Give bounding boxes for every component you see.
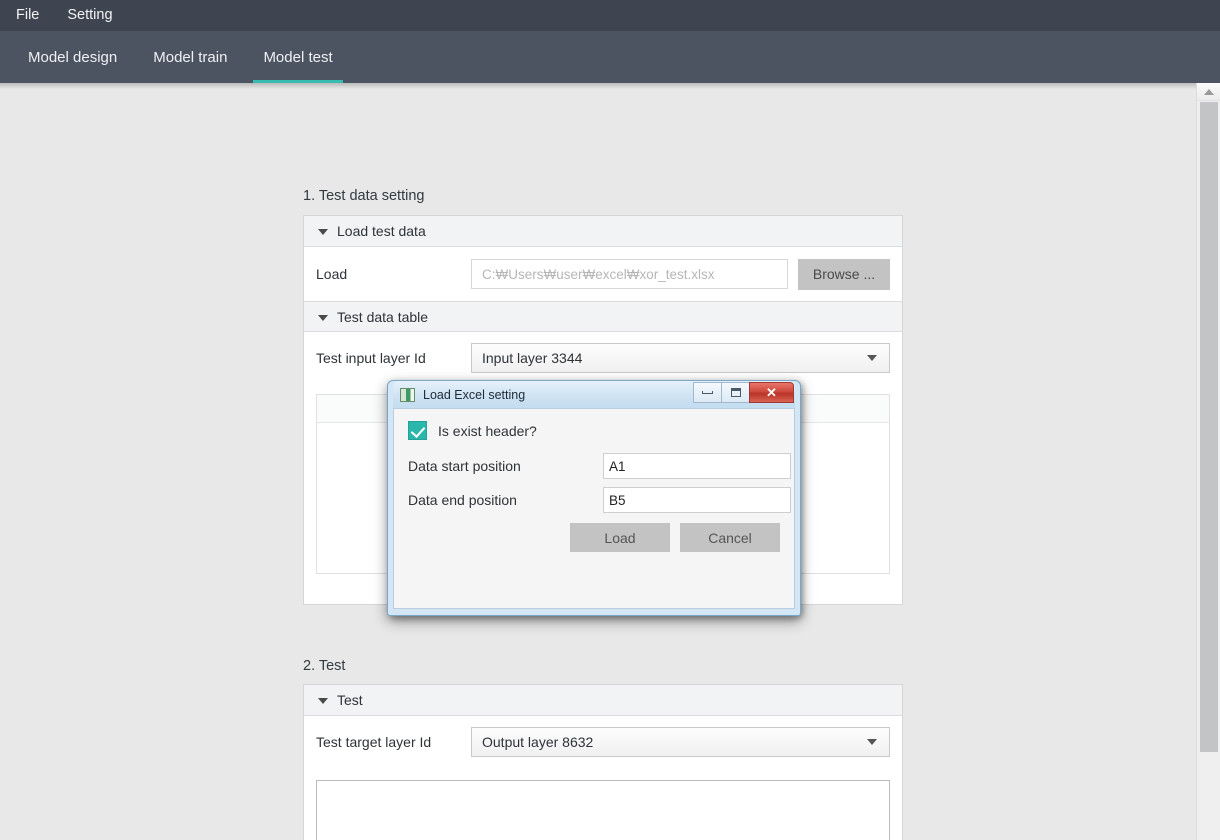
label-data-end-position: Data end position bbox=[408, 492, 517, 508]
tab-model-test-label: Model test bbox=[263, 48, 333, 66]
group-header-load-test-data[interactable]: Load test data bbox=[304, 216, 902, 247]
group-header-load-test-data-label: Load test data bbox=[337, 223, 426, 239]
dialog-load-button[interactable]: Load bbox=[570, 523, 670, 552]
tab-model-train[interactable]: Model train bbox=[135, 31, 245, 83]
test-output-textarea[interactable] bbox=[316, 780, 890, 840]
row-load-file: Load Browse ... bbox=[304, 247, 902, 301]
test-target-layer-id-dropdown[interactable]: Output layer 8632 bbox=[471, 727, 890, 757]
row-data-end-position: Data end position bbox=[408, 487, 791, 513]
load-file-path-input[interactable] bbox=[471, 259, 788, 289]
tab-model-design[interactable]: Model design bbox=[10, 31, 135, 83]
row-test-input-layer: Test input layer Id Input layer 3344 bbox=[304, 332, 902, 384]
chevron-down-icon bbox=[318, 314, 328, 321]
vertical-scrollbar[interactable] bbox=[1196, 83, 1220, 840]
label-data-start-position: Data start position bbox=[408, 458, 521, 474]
close-icon: ✕ bbox=[766, 384, 777, 400]
window-controls: ✕ bbox=[693, 382, 794, 403]
content-area: 1. Test data setting Load test data Load… bbox=[0, 83, 1220, 840]
section-title-test-data-setting: 1. Test data setting bbox=[303, 188, 425, 204]
browse-button[interactable]: Browse ... bbox=[798, 258, 890, 290]
dialog-body: Is exist header? Data start position Dat… bbox=[393, 408, 795, 609]
menu-item-setting[interactable]: Setting bbox=[67, 0, 126, 31]
maximize-button[interactable] bbox=[721, 382, 749, 403]
group-header-test-data-table[interactable]: Test data table bbox=[304, 301, 902, 332]
row-data-start-position: Data start position bbox=[408, 453, 791, 479]
group-header-test-data-table-label: Test data table bbox=[337, 308, 429, 325]
is-exist-header-label: Is exist header? bbox=[438, 422, 537, 439]
excel-icon bbox=[400, 387, 415, 402]
label-test-target-layer-id: Test target layer Id bbox=[316, 734, 432, 750]
chevron-down-icon bbox=[867, 355, 877, 361]
chevron-down-icon bbox=[867, 739, 877, 745]
load-excel-setting-dialog: Load Excel setting ✕ Is exist header? Da bbox=[387, 380, 801, 616]
is-exist-header-checkbox[interactable] bbox=[408, 421, 427, 440]
test-target-layer-id-value: Output layer 8632 bbox=[482, 734, 594, 750]
minimize-icon bbox=[702, 391, 713, 394]
tab-model-train-label: Model train bbox=[153, 48, 228, 66]
data-start-position-input[interactable] bbox=[603, 453, 791, 479]
dialog-title-bar[interactable]: Load Excel setting ✕ bbox=[393, 381, 795, 408]
tab-bar: Model design Model train Model test bbox=[0, 31, 1220, 83]
menu-bar: File Setting bbox=[0, 0, 1220, 31]
test-input-layer-id-value: Input layer 3344 bbox=[482, 350, 583, 366]
label-load: Load bbox=[316, 266, 348, 282]
scroll-up-button[interactable] bbox=[1197, 83, 1220, 101]
section-title-test: 2. Test bbox=[303, 658, 346, 674]
close-button[interactable]: ✕ bbox=[749, 382, 794, 403]
panel-test: Test Test target layer Id Output layer 8… bbox=[303, 684, 903, 840]
group-header-test[interactable]: Test bbox=[304, 685, 902, 716]
restore-icon bbox=[730, 388, 741, 397]
chevron-down-icon bbox=[318, 698, 328, 704]
data-end-position-input[interactable] bbox=[603, 487, 791, 513]
row-is-exist-header: Is exist header? bbox=[408, 421, 780, 440]
chevron-up-icon bbox=[1203, 88, 1214, 95]
dialog-title: Load Excel setting bbox=[423, 387, 526, 402]
chevron-down-icon bbox=[318, 229, 328, 235]
group-header-test-label: Test bbox=[337, 692, 363, 708]
label-test-input-layer-id: Test input layer Id bbox=[316, 350, 426, 366]
dialog-cancel-button[interactable]: Cancel bbox=[680, 523, 780, 552]
tab-model-design-label: Model design bbox=[28, 48, 118, 66]
minimize-button[interactable] bbox=[693, 382, 721, 403]
menu-item-file[interactable]: File bbox=[16, 0, 53, 31]
row-test-target-layer: Test target layer Id Output layer 8632 bbox=[304, 716, 902, 768]
scrollbar-thumb[interactable] bbox=[1200, 102, 1218, 752]
dialog-button-row: Load Cancel bbox=[408, 523, 780, 552]
test-input-layer-id-dropdown[interactable]: Input layer 3344 bbox=[471, 343, 890, 373]
tab-model-test[interactable]: Model test bbox=[245, 31, 350, 83]
